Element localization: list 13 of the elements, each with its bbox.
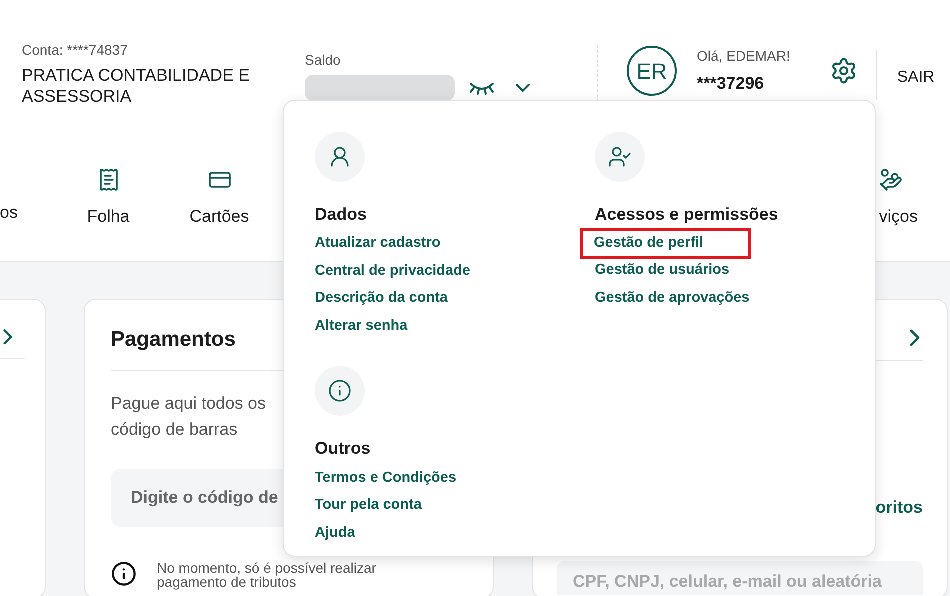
section-title: Outros bbox=[315, 438, 372, 460]
notice-text: No momento, só é possível realizar bbox=[157, 561, 376, 575]
account-number: Conta: ****74837 bbox=[22, 41, 129, 60]
greeting: Olá, EDEMAR! bbox=[697, 47, 790, 66]
description-text: Pague aqui todos os bbox=[111, 393, 266, 415]
balance-label: Saldo bbox=[305, 51, 342, 70]
notice-text: pagamento de tributos bbox=[157, 575, 296, 589]
company-name: PRATICA CONTABILIDADE E ASSESSORIA bbox=[22, 65, 251, 107]
section-title: Dados bbox=[315, 204, 368, 226]
user-id: ***37296 bbox=[697, 73, 766, 95]
description-text: código de barras bbox=[111, 419, 238, 441]
card-title: Pagamentos bbox=[111, 327, 236, 353]
section-title: Acessos e permissões bbox=[595, 204, 780, 226]
